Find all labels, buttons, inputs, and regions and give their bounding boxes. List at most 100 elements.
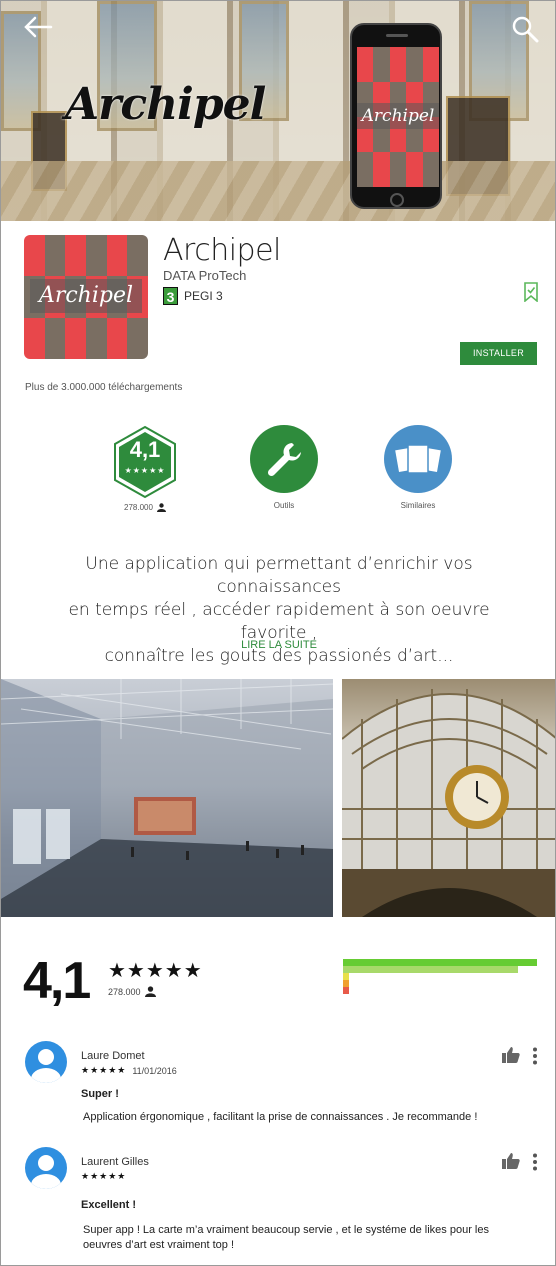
- mosaic-tile: [406, 134, 423, 152]
- mosaic-tile: [422, 134, 439, 152]
- review-text: Super app ! La carte m’a vraiment beauco…: [83, 1224, 489, 1251]
- similar-label: Similaires: [400, 501, 436, 510]
- tools-badge[interactable]: Outils: [244, 425, 324, 510]
- mosaic-tile: [65, 235, 86, 256]
- mosaic-tile: [357, 134, 374, 152]
- mosaic-tile: [389, 64, 407, 82]
- mosaic-tile: [389, 152, 407, 170]
- mosaic-tile: [65, 317, 86, 339]
- rating-badge-value: 4,1: [129, 437, 161, 462]
- screenshot-gallery-hall[interactable]: [1, 679, 333, 917]
- review-stars: ★★★★★: [81, 1171, 126, 1182]
- review-stars: ★★★★★ 11/01/2016: [81, 1065, 177, 1076]
- rating-summary-stars: ★★★★★: [108, 960, 203, 982]
- read-more-link[interactable]: LIRE LA SUITE: [1, 639, 555, 651]
- rating-bar-2-stars: [343, 980, 349, 987]
- back-arrow-icon[interactable]: [23, 15, 53, 39]
- user-icon: [144, 986, 156, 997]
- mosaic-tile: [24, 317, 45, 339]
- mosaic-tile: [85, 255, 107, 277]
- mosaic-tile: [85, 338, 107, 359]
- wrench-icon: [267, 443, 301, 477]
- tools-label: Outils: [273, 501, 295, 510]
- mosaic-tile: [406, 169, 423, 187]
- gallery-hall-image: [1, 679, 333, 917]
- more-options-icon[interactable]: [531, 1153, 539, 1171]
- install-button[interactable]: INSTALLER: [460, 342, 537, 365]
- mosaic-tile: [373, 47, 390, 65]
- mosaic-tile: [422, 82, 439, 100]
- mosaic-tile: [44, 338, 66, 359]
- mosaic-tile: [373, 134, 390, 152]
- phone-screen-logo: Archipel: [357, 103, 439, 129]
- review-text: Application érgonomique , facilitant la …: [83, 1111, 478, 1123]
- mosaic-tile: [422, 64, 439, 82]
- mosaic-tile: [422, 152, 439, 170]
- pegi-badge-icon: 3: [163, 287, 178, 305]
- app-title: Archipel: [163, 233, 281, 268]
- mosaic-tile: [357, 64, 374, 82]
- review-title: Super !: [81, 1088, 119, 1100]
- pegi-label: PEGI 3: [184, 289, 223, 303]
- hero-logo: Archipel: [65, 79, 266, 130]
- screenshot-orsay-clock[interactable]: [342, 679, 555, 917]
- mosaic-tile: [44, 317, 66, 339]
- mosaic-tile: [406, 64, 423, 82]
- tools-circle: [250, 425, 318, 493]
- mosaic-tile: [406, 82, 423, 100]
- review-title: Excellent !: [81, 1199, 137, 1211]
- mosaic-tile: [373, 152, 390, 170]
- bookmark-icon[interactable]: [523, 282, 539, 302]
- user-icon: [156, 503, 166, 512]
- mosaic-tile: [127, 255, 148, 277]
- mosaic-tile: [127, 235, 148, 256]
- more-options-icon[interactable]: [531, 1047, 539, 1065]
- search-icon[interactable]: [511, 15, 539, 43]
- downloads-count: Plus de 3.000.000 téléchargements: [25, 382, 183, 393]
- mosaic-tile: [24, 338, 45, 359]
- mosaic-tile: [389, 82, 407, 100]
- avatar: [25, 1041, 67, 1083]
- rating-badge[interactable]: 4,1 ★★★★★ 278.000: [105, 425, 185, 512]
- mosaic-tile: [406, 47, 423, 65]
- thumbs-up-icon[interactable]: [501, 1152, 521, 1170]
- mosaic-tile: [389, 47, 407, 65]
- mosaic-tile: [373, 64, 390, 82]
- mosaic-tile: [24, 255, 45, 277]
- rating-bar-3-stars: [343, 973, 349, 980]
- cards-icon: [395, 444, 441, 474]
- mosaic-tile: [389, 134, 407, 152]
- mosaic-tile: [357, 82, 374, 100]
- rating-badge-count: 278.000: [124, 503, 153, 512]
- rating-bar-4-stars: [343, 966, 518, 973]
- avatar: [25, 1147, 67, 1189]
- thumbs-up-icon[interactable]: [501, 1046, 521, 1064]
- rating-bar-5-stars: [343, 959, 537, 966]
- similar-circle: [384, 425, 452, 493]
- rating-badge-label: 278.000: [105, 503, 185, 512]
- mosaic-tile: [357, 152, 374, 170]
- mosaic-tile: [65, 338, 86, 359]
- phone-home-button: [390, 193, 404, 207]
- app-icon: Archipel: [24, 235, 148, 359]
- rating-summary-value: 4,1: [23, 952, 91, 1010]
- mosaic-tile: [85, 235, 107, 256]
- mosaic-tile: [406, 152, 423, 170]
- mosaic-tile: [373, 169, 390, 187]
- mosaic-tile: [106, 235, 128, 256]
- rating-summary-count: 278.000: [108, 986, 156, 997]
- review-star-rating: ★★★★★: [81, 1171, 127, 1181]
- orsay-clock-image: [342, 689, 555, 917]
- hero-banner: Archipel Archipel: [1, 1, 555, 221]
- app-icon-logo: Archipel: [30, 279, 142, 313]
- rating-distribution: [343, 959, 537, 994]
- mosaic-tile: [422, 47, 439, 65]
- similar-badge[interactable]: Similaires: [378, 425, 458, 510]
- app-store-page: Archipel Archipel Archipel Archipel DATA…: [0, 0, 556, 1266]
- mosaic-tile: [106, 338, 128, 359]
- developer-name[interactable]: DATA ProTech: [163, 268, 246, 283]
- description-line: Une application qui permettant d’enrichi…: [85, 554, 473, 597]
- mosaic-tile: [44, 235, 66, 256]
- rating-hexagon: 4,1 ★★★★★: [108, 425, 182, 499]
- mosaic-tile: [44, 255, 66, 277]
